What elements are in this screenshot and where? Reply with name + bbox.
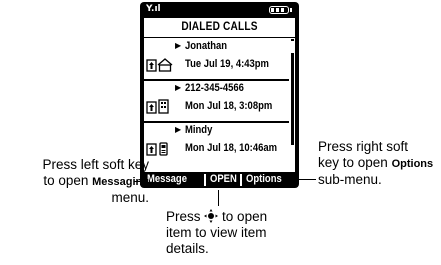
home-icon — [146, 58, 173, 72]
play-arrow-icon: ▶ — [175, 83, 182, 92]
leader-line — [218, 190, 219, 206]
leader-line — [134, 181, 148, 182]
right-softkey-callout: Press right soft key to open Options sub… — [318, 139, 440, 188]
softkey-divider — [204, 174, 206, 186]
center-select-callout: Press to open item to view item details. — [166, 209, 306, 257]
left-softkey[interactable]: Message — [147, 173, 187, 185]
nav-key-center-icon — [204, 209, 219, 223]
callout-text: Press to open — [166, 209, 268, 224]
left-softkey-callout: Press left soft key to open Messaging me… — [6, 157, 149, 206]
building-icon — [146, 99, 169, 114]
call-list: ▶ Jonathan Tue Jul 19, 4:43pm ▶ 212-345-… — [144, 39, 289, 165]
callout-text: Press right soft — [318, 139, 409, 154]
callout-text: item to view item — [166, 225, 267, 240]
title-divider — [144, 37, 295, 38]
center-softkey[interactable]: OPEN — [210, 173, 237, 185]
callout-text: key to open Options — [318, 155, 434, 170]
call-list-item[interactable]: ▶ 212-345-4566 Mon Jul 18, 3:08pm — [144, 81, 289, 123]
call-name: Jonathan — [185, 40, 228, 52]
scroll-thumb[interactable] — [291, 41, 294, 53]
softkey-bar: Message OPEN Options — [140, 172, 299, 188]
signal-strength-icon: Y.ıl — [146, 4, 161, 14]
options-key-label: Options — [391, 158, 434, 170]
callout-text: to open Messaging — [43, 173, 149, 188]
dialed-calls-screen: DIALED CALLS ▶ Jonathan Tue Jul 19, 4:43… — [144, 18, 295, 172]
phone-display: Y.ıl DIALED CALLS ▶ Jonathan Tue Jul 19,… — [140, 2, 299, 188]
screen-title: DIALED CALLS — [181, 21, 258, 33]
call-date: Mon Jul 18, 3:08pm — [185, 100, 273, 112]
play-arrow-icon: ▶ — [175, 125, 182, 134]
mobile-phone-icon — [146, 142, 168, 156]
callout-text: Press left soft key — [42, 157, 149, 172]
messaging-key-label: Messaging — [92, 176, 149, 188]
play-arrow-icon: ▶ — [175, 41, 182, 50]
battery-icon — [269, 6, 292, 14]
callout-text: details. — [166, 241, 209, 256]
call-list-item[interactable]: ▶ Mindy Mon Jul 18, 10:46am — [144, 123, 289, 165]
callout-text: menu. — [111, 190, 149, 205]
call-name: Mindy — [185, 124, 213, 136]
call-date: Mon Jul 18, 10:46am — [185, 142, 278, 154]
callout-text: sub-menu. — [318, 172, 382, 187]
leader-line — [293, 179, 316, 180]
softkey-divider — [240, 174, 242, 186]
right-softkey[interactable]: Options — [246, 173, 282, 185]
scrollbar[interactable] — [291, 39, 294, 145]
call-date: Tue Jul 19, 4:43pm — [185, 58, 269, 70]
call-name: 212-345-4566 — [185, 82, 244, 94]
call-list-item[interactable]: ▶ Jonathan Tue Jul 19, 4:43pm — [144, 39, 289, 81]
